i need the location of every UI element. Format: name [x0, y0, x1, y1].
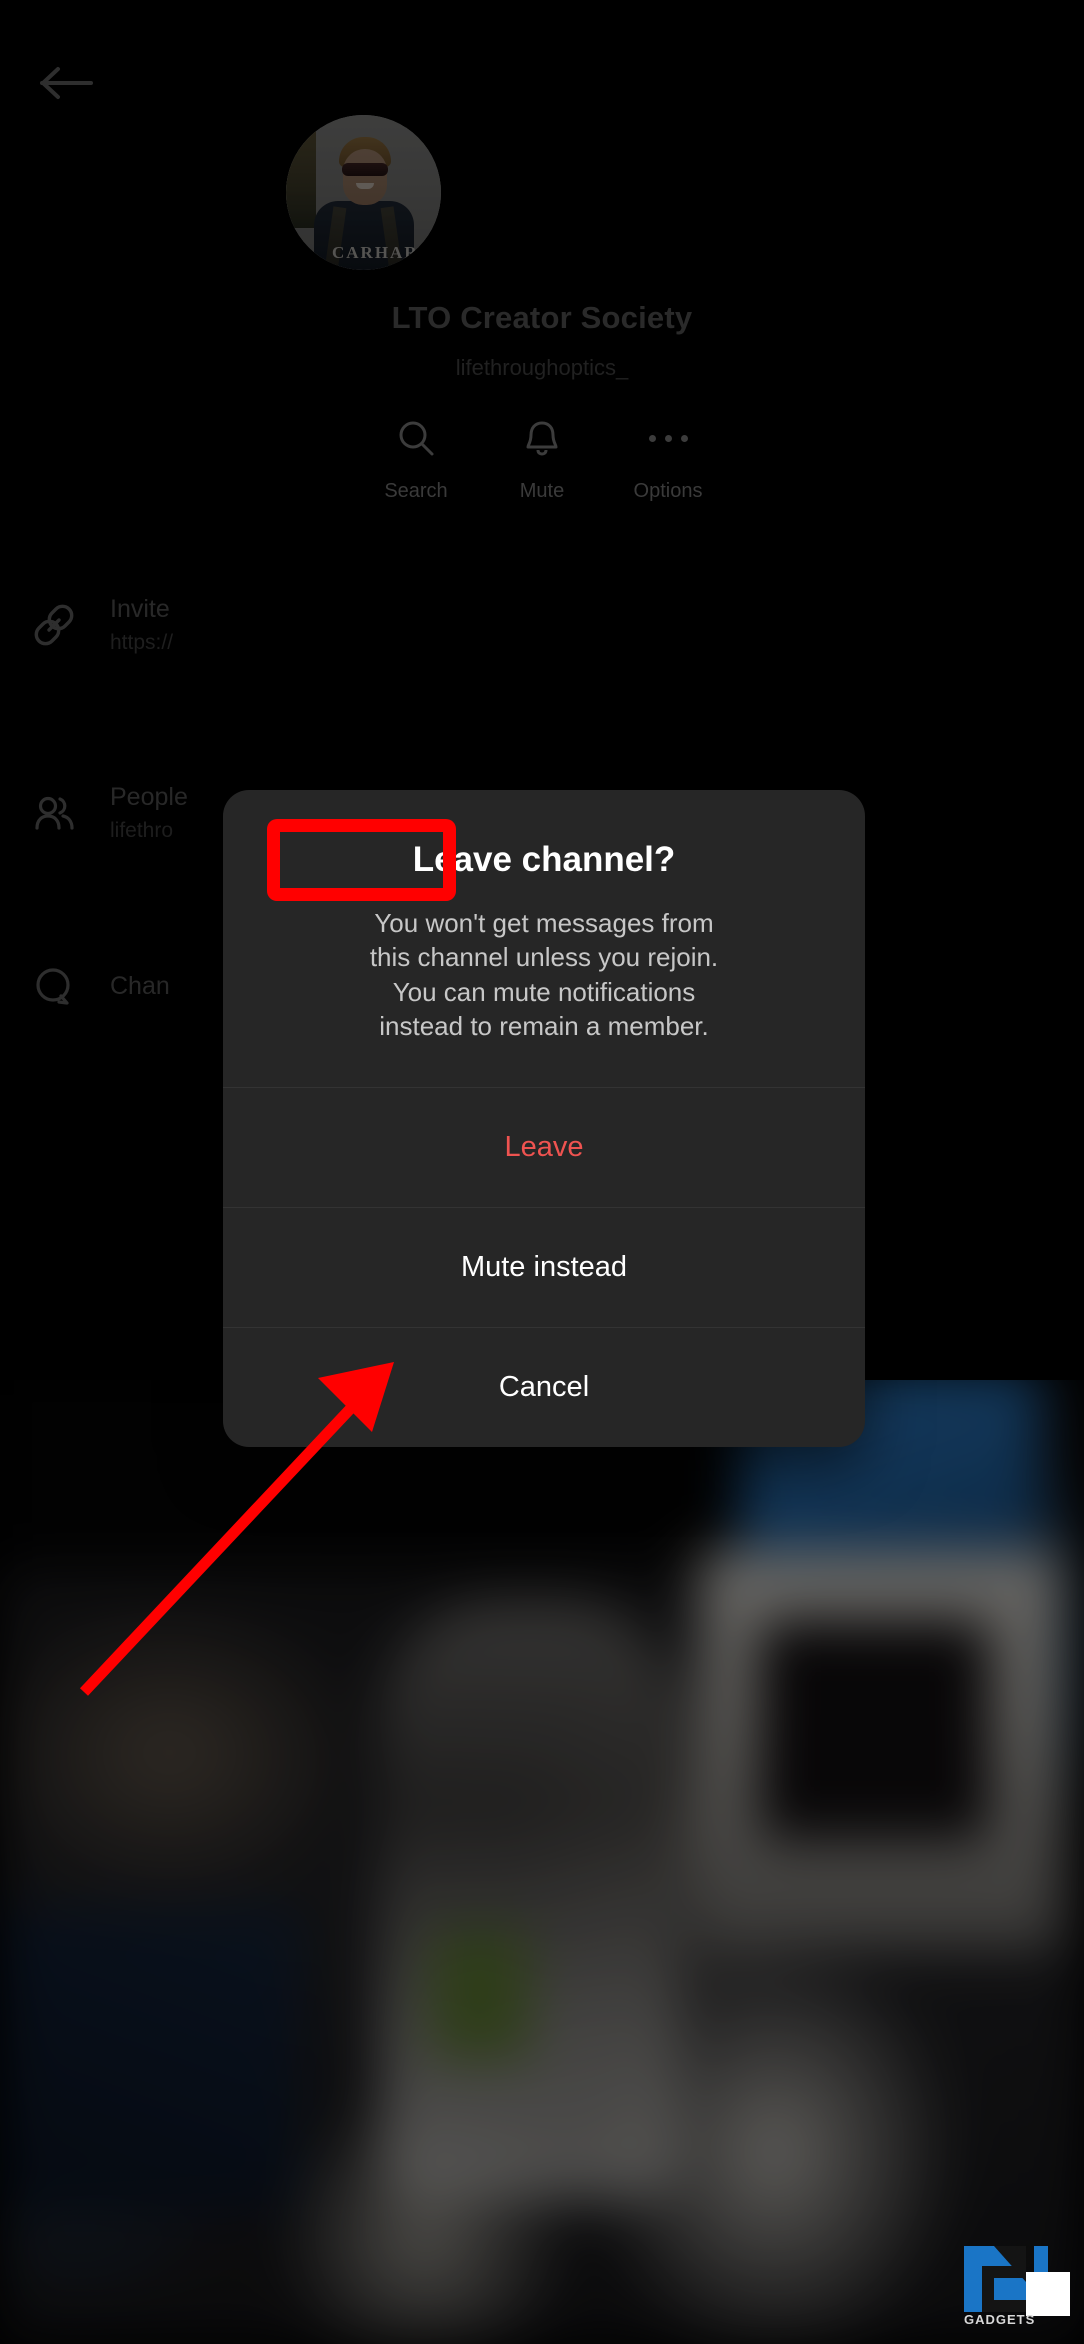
watermark-t-box: [1026, 2272, 1070, 2316]
mute-instead-button[interactable]: Mute instead: [223, 1207, 865, 1327]
leave-channel-dialog: Leave channel? You won't get messages fr…: [223, 790, 865, 1448]
watermark-g-bar: [994, 2278, 1026, 2300]
leave-button[interactable]: Leave: [223, 1087, 865, 1207]
dialog-title: Leave channel?: [412, 840, 676, 879]
dialog-body-text: You won't get messages from this channel…: [369, 908, 719, 1041]
app-screen: CARHARTT LTO Creator Society lifethrough…: [0, 0, 1084, 2344]
watermark-logo: GADGETS: [964, 2246, 1070, 2334]
watermark-label: GADGETS: [964, 2312, 1036, 2327]
dialog-header: Leave channel? You won't get messages fr…: [223, 790, 865, 1087]
cancel-button[interactable]: Cancel: [223, 1327, 865, 1447]
